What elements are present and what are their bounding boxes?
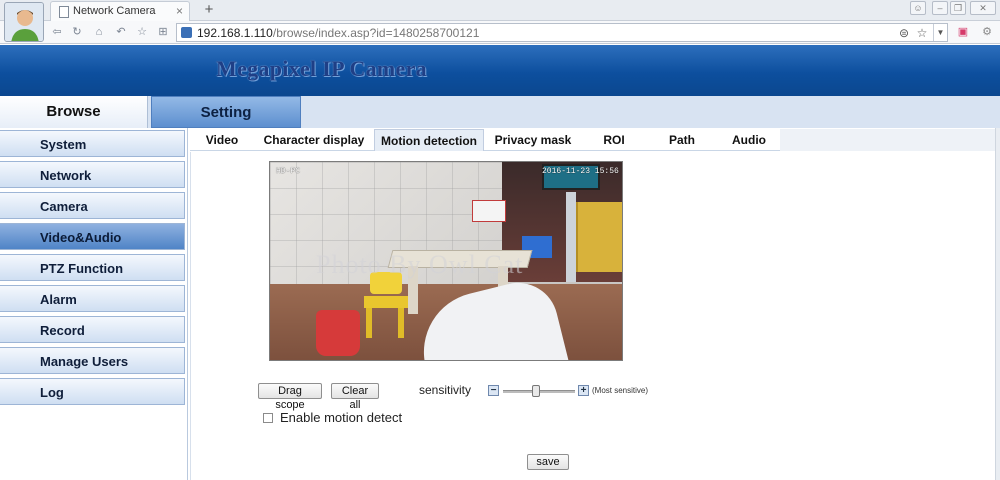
star-icon[interactable]: ☆ <box>135 25 149 39</box>
video-preview[interactable]: HD-PC 2016-11-23 15:56 Photo By Owl Cat <box>269 161 623 361</box>
most-sensitive-label: (Most sensitive) <box>592 386 649 395</box>
tab-browse[interactable]: Browse <box>0 96 148 128</box>
osd-name: HD-PC <box>276 167 301 176</box>
video-chair <box>362 272 408 338</box>
url-text[interactable]: 192.168.1.110/browse/index.asp?id=148025… <box>197 26 479 40</box>
address-bar[interactable]: 192.168.1.110/browse/index.asp?id=148025… <box>176 23 948 42</box>
video-box <box>472 200 506 222</box>
page-title: Megapixel IP Camera <box>216 56 427 81</box>
refresh-icon[interactable]: ↻ <box>70 25 84 39</box>
sensitivity-increase-button[interactable]: + <box>578 385 589 396</box>
tab-title: Network Camera <box>73 5 156 17</box>
person-icon <box>5 3 43 41</box>
home-icon[interactable]: ⌂ <box>92 25 106 39</box>
close-tab-icon[interactable]: × <box>176 4 183 18</box>
sidebar-item-log[interactable]: Log <box>0 378 185 405</box>
compat-icon[interactable]: ⊜ <box>897 26 911 40</box>
sensitivity-slider-thumb[interactable] <box>532 385 540 397</box>
tab-privacy-mask[interactable]: Privacy mask <box>488 129 578 151</box>
page-banner: Megapixel IP Camera <box>0 45 1000 96</box>
sidebar-item-alarm[interactable]: Alarm <box>0 285 185 312</box>
enable-motion-label: Enable motion detect <box>280 410 403 425</box>
video-bucket <box>316 310 360 356</box>
watermark: Photo By Owl Cat <box>316 250 524 279</box>
tab-path[interactable]: Path <box>660 129 704 151</box>
close-icon[interactable]: ✕ <box>970 1 996 15</box>
video-boxes <box>576 202 622 272</box>
undo-icon[interactable]: ↶ <box>114 25 128 39</box>
sub-tab-filler <box>780 129 1000 151</box>
sidebar-item-system[interactable]: System <box>0 130 185 157</box>
drag-scope-button[interactable]: Drag scope <box>258 383 322 411</box>
clear-all-button[interactable]: Clear all <box>331 383 379 411</box>
tab-roi[interactable]: ROI <box>592 129 636 151</box>
user-avatar[interactable] <box>4 2 44 42</box>
tab-audio[interactable]: Audio <box>724 129 774 151</box>
tab-motion-detection[interactable]: Motion detection <box>374 129 484 151</box>
sidebar-item-network[interactable]: Network <box>0 161 185 188</box>
sidebar-item-camera[interactable]: Camera <box>0 192 185 219</box>
grid-icon[interactable]: ⊞ <box>156 25 170 39</box>
sensitivity-label: sensitivity <box>419 383 472 397</box>
browser-tab[interactable]: Network Camera × <box>50 1 190 21</box>
sensitivity-decrease-button[interactable]: − <box>488 385 499 396</box>
sidebar-item-record[interactable]: Record <box>0 316 185 343</box>
main-tab-bar <box>0 96 1000 128</box>
sidebar-item-video-audio[interactable]: Video&Audio <box>0 223 185 250</box>
favorite-icon[interactable]: ☆ <box>915 26 929 40</box>
sidebar-item-manage-users[interactable]: Manage Users <box>0 347 185 374</box>
back-icon[interactable]: ⇦ <box>50 25 64 39</box>
sidebar-item-ptz-function[interactable]: PTZ Function <box>0 254 185 281</box>
osd-timestamp: 2016-11-23 15:56 <box>542 167 619 176</box>
wrench-icon[interactable]: ⚙ <box>980 25 994 39</box>
tab-character-display[interactable]: Character display <box>258 129 370 151</box>
restore-icon[interactable]: ❐ <box>950 1 966 15</box>
enable-motion-checkbox[interactable] <box>263 413 273 423</box>
save-button[interactable]: save <box>527 454 569 470</box>
tab-video[interactable]: Video <box>196 129 248 151</box>
new-tab-button[interactable]: + <box>196 0 222 21</box>
menu-icon[interactable]: ☺ <box>910 1 926 15</box>
site-icon <box>181 27 192 38</box>
vertical-scrollbar[interactable] <box>995 128 1000 480</box>
video-fan-stand <box>566 192 576 282</box>
minimize-icon[interactable]: – <box>932 1 948 15</box>
extension-icon[interactable]: ▣ <box>956 25 970 39</box>
page-icon <box>59 6 69 18</box>
dropdown-arrow-icon[interactable]: ▼ <box>933 24 947 41</box>
tab-setting[interactable]: Setting <box>151 96 301 128</box>
